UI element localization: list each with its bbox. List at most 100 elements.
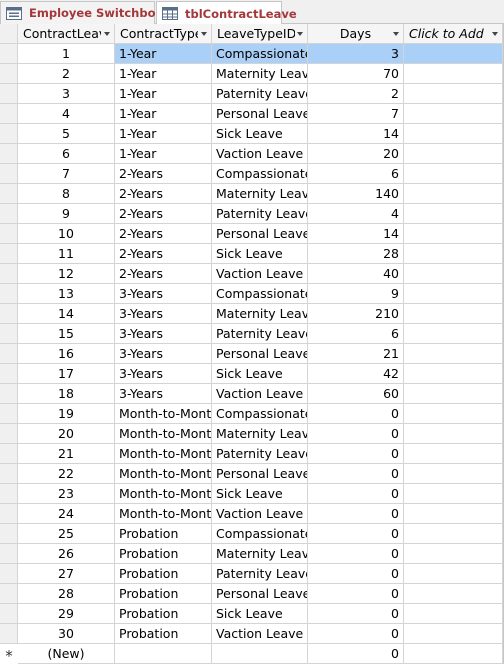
cell-leavetypeid[interactable]: Paternity Leave <box>212 444 308 464</box>
cell-click-to-add[interactable] <box>404 84 503 104</box>
table-row[interactable]: 5 1-Year Sick Leave 14 <box>0 124 504 144</box>
cell-leavetypeid[interactable]: Vaction Leave <box>212 624 308 644</box>
cell-contractleaveid[interactable]: 7 <box>18 164 115 184</box>
row-selector[interactable] <box>0 444 18 464</box>
cell-click-to-add[interactable] <box>404 104 503 124</box>
cell-click-to-add[interactable] <box>404 464 503 484</box>
table-row[interactable]: 18 3-Years Vaction Leave 60 <box>0 384 504 404</box>
cell-contractleaveid[interactable]: 20 <box>18 424 115 444</box>
cell-contractleaveid[interactable]: 15 <box>18 324 115 344</box>
cell-click-to-add[interactable] <box>404 484 503 504</box>
cell-contracttype[interactable]: 1-Year <box>115 144 212 164</box>
cell-contractleaveid[interactable]: 13 <box>18 284 115 304</box>
cell-contractleaveid[interactable]: 6 <box>18 144 115 164</box>
cell-leavetypeid[interactable]: Sick Leave <box>212 484 308 504</box>
cell-contracttype[interactable]: 1-Year <box>115 104 212 124</box>
cell-contractleaveid[interactable]: 4 <box>18 104 115 124</box>
cell-contractleaveid[interactable]: 28 <box>18 584 115 604</box>
table-row[interactable]: 25 Probation Compassionate 0 <box>0 524 504 544</box>
cell-click-to-add[interactable] <box>404 364 503 384</box>
cell-days[interactable]: 0 <box>308 524 404 544</box>
cell-contracttype[interactable]: 3-Years <box>115 384 212 404</box>
cell-contractleaveid[interactable]: 14 <box>18 304 115 324</box>
table-row[interactable]: 14 3-Years Maternity Leave 210 <box>0 304 504 324</box>
cell-contracttype[interactable]: 3-Years <box>115 364 212 384</box>
row-selector[interactable] <box>0 224 18 244</box>
table-row[interactable]: 19 Month-to-Month Compassionate 0 <box>0 404 504 424</box>
cell-contracttype[interactable]: Probation <box>115 544 212 564</box>
cell-click-to-add[interactable] <box>404 224 503 244</box>
tab-tblcontractleave[interactable]: tblContractLeave <box>156 1 297 25</box>
row-selector[interactable] <box>0 124 18 144</box>
cell-days[interactable]: 14 <box>308 224 404 244</box>
cell-contractleaveid[interactable]: 16 <box>18 344 115 364</box>
row-selector[interactable] <box>0 584 18 604</box>
chevron-down-icon[interactable] <box>201 32 207 36</box>
cell-click-to-add[interactable] <box>404 284 503 304</box>
cell-contractleaveid[interactable]: 25 <box>18 524 115 544</box>
row-selector[interactable] <box>0 64 18 84</box>
row-selector[interactable] <box>0 464 18 484</box>
cell-contractleaveid[interactable]: 27 <box>18 564 115 584</box>
cell-contracttype[interactable]: Probation <box>115 584 212 604</box>
cell-contractleaveid[interactable]: 24 <box>18 504 115 524</box>
cell-click-to-add[interactable] <box>404 244 503 264</box>
row-selector[interactable] <box>0 604 18 624</box>
cell-click-to-add[interactable] <box>404 504 503 524</box>
row-selector[interactable] <box>0 564 18 584</box>
table-row[interactable]: 8 2-Years Maternity Leave 140 <box>0 184 504 204</box>
cell-leavetypeid[interactable]: Personal Leave <box>212 104 308 124</box>
cell-contractleaveid[interactable]: 1 <box>18 44 115 64</box>
cell-contracttype[interactable]: Probation <box>115 524 212 544</box>
cell-contractleaveid[interactable]: 19 <box>18 404 115 424</box>
table-row[interactable]: 30 Probation Vaction Leave 0 <box>0 624 504 644</box>
row-selector[interactable] <box>0 484 18 504</box>
cell-click-to-add[interactable] <box>404 544 503 564</box>
cell-leavetypeid[interactable]: Vaction Leave <box>212 144 308 164</box>
cell-contracttype[interactable]: 1-Year <box>115 44 212 64</box>
cell-click-to-add[interactable] <box>404 64 503 84</box>
cell-click-to-add[interactable] <box>404 384 503 404</box>
cell-contractleaveid[interactable]: 3 <box>18 84 115 104</box>
chevron-down-icon[interactable] <box>393 32 399 36</box>
cell-days[interactable]: 9 <box>308 284 404 304</box>
table-row[interactable]: 21 Month-to-Month Paternity Leave 0 <box>0 444 504 464</box>
row-selector[interactable] <box>0 404 18 424</box>
table-row[interactable]: 3 1-Year Paternity Leave 2 <box>0 84 504 104</box>
row-selector[interactable] <box>0 544 18 564</box>
cell-days[interactable]: 0 <box>308 584 404 604</box>
cell-leavetypeid[interactable]: Sick Leave <box>212 124 308 144</box>
table-row[interactable]: 29 Probation Sick Leave 0 <box>0 604 504 624</box>
column-header-contractleaveid[interactable]: ContractLeaveID <box>18 24 115 44</box>
table-row[interactable]: 12 2-Years Vaction Leave 40 <box>0 264 504 284</box>
cell-days[interactable]: 2 <box>308 84 404 104</box>
row-selector[interactable] <box>0 184 18 204</box>
cell-leavetypeid[interactable]: Compassionate <box>212 524 308 544</box>
cell-click-to-add[interactable] <box>404 124 503 144</box>
cell-contracttype[interactable]: 2-Years <box>115 184 212 204</box>
cell-contractleaveid[interactable]: 9 <box>18 204 115 224</box>
cell-leavetypeid[interactable]: Personal Leave <box>212 224 308 244</box>
cell-click-to-add[interactable] <box>404 404 503 424</box>
row-selector[interactable] <box>0 524 18 544</box>
chevron-down-icon[interactable] <box>104 32 110 36</box>
table-row[interactable]: 23 Month-to-Month Sick Leave 0 <box>0 484 504 504</box>
cell-click-to-add[interactable] <box>404 144 503 164</box>
row-selector[interactable] <box>0 364 18 384</box>
table-row[interactable]: 2 1-Year Maternity Leave 70 <box>0 64 504 84</box>
cell-contractleaveid[interactable]: 30 <box>18 624 115 644</box>
cell-click-to-add[interactable] <box>404 584 503 604</box>
cell-contracttype[interactable]: 1-Year <box>115 84 212 104</box>
cell-contractleaveid[interactable]: 11 <box>18 244 115 264</box>
cell-days[interactable]: 70 <box>308 64 404 84</box>
cell-contracttype[interactable]: 2-Years <box>115 244 212 264</box>
cell-leavetypeid[interactable]: Paternity Leave <box>212 84 308 104</box>
cell-days[interactable]: 0 <box>308 624 404 644</box>
table-row[interactable]: 22 Month-to-Month Personal Leave 0 <box>0 464 504 484</box>
cell-leavetypeid[interactable]: Paternity Leave <box>212 564 308 584</box>
cell-contractleaveid[interactable]: 29 <box>18 604 115 624</box>
row-selector[interactable] <box>0 164 18 184</box>
cell-leavetypeid[interactable]: Paternity Leave <box>212 324 308 344</box>
cell-leavetypeid[interactable]: Compassionate <box>212 44 308 64</box>
cell-days[interactable]: 42 <box>308 364 404 384</box>
